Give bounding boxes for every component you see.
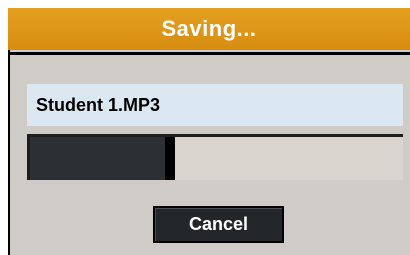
progress-bar-fill (30, 137, 176, 180)
filename-label: Student 1.MP3 (36, 94, 161, 115)
saving-dialog: Saving... Student 1.MP3 Cancel (8, 8, 410, 255)
cancel-button[interactable]: Cancel (153, 206, 284, 243)
filename-display: Student 1.MP3 (27, 84, 403, 126)
dialog-titlebar: Saving... (8, 8, 410, 50)
title-separator (8, 52, 410, 55)
cancel-button-label: Cancel (188, 214, 249, 234)
progress-bar (27, 134, 403, 180)
dialog-title: Saving... (161, 16, 257, 41)
